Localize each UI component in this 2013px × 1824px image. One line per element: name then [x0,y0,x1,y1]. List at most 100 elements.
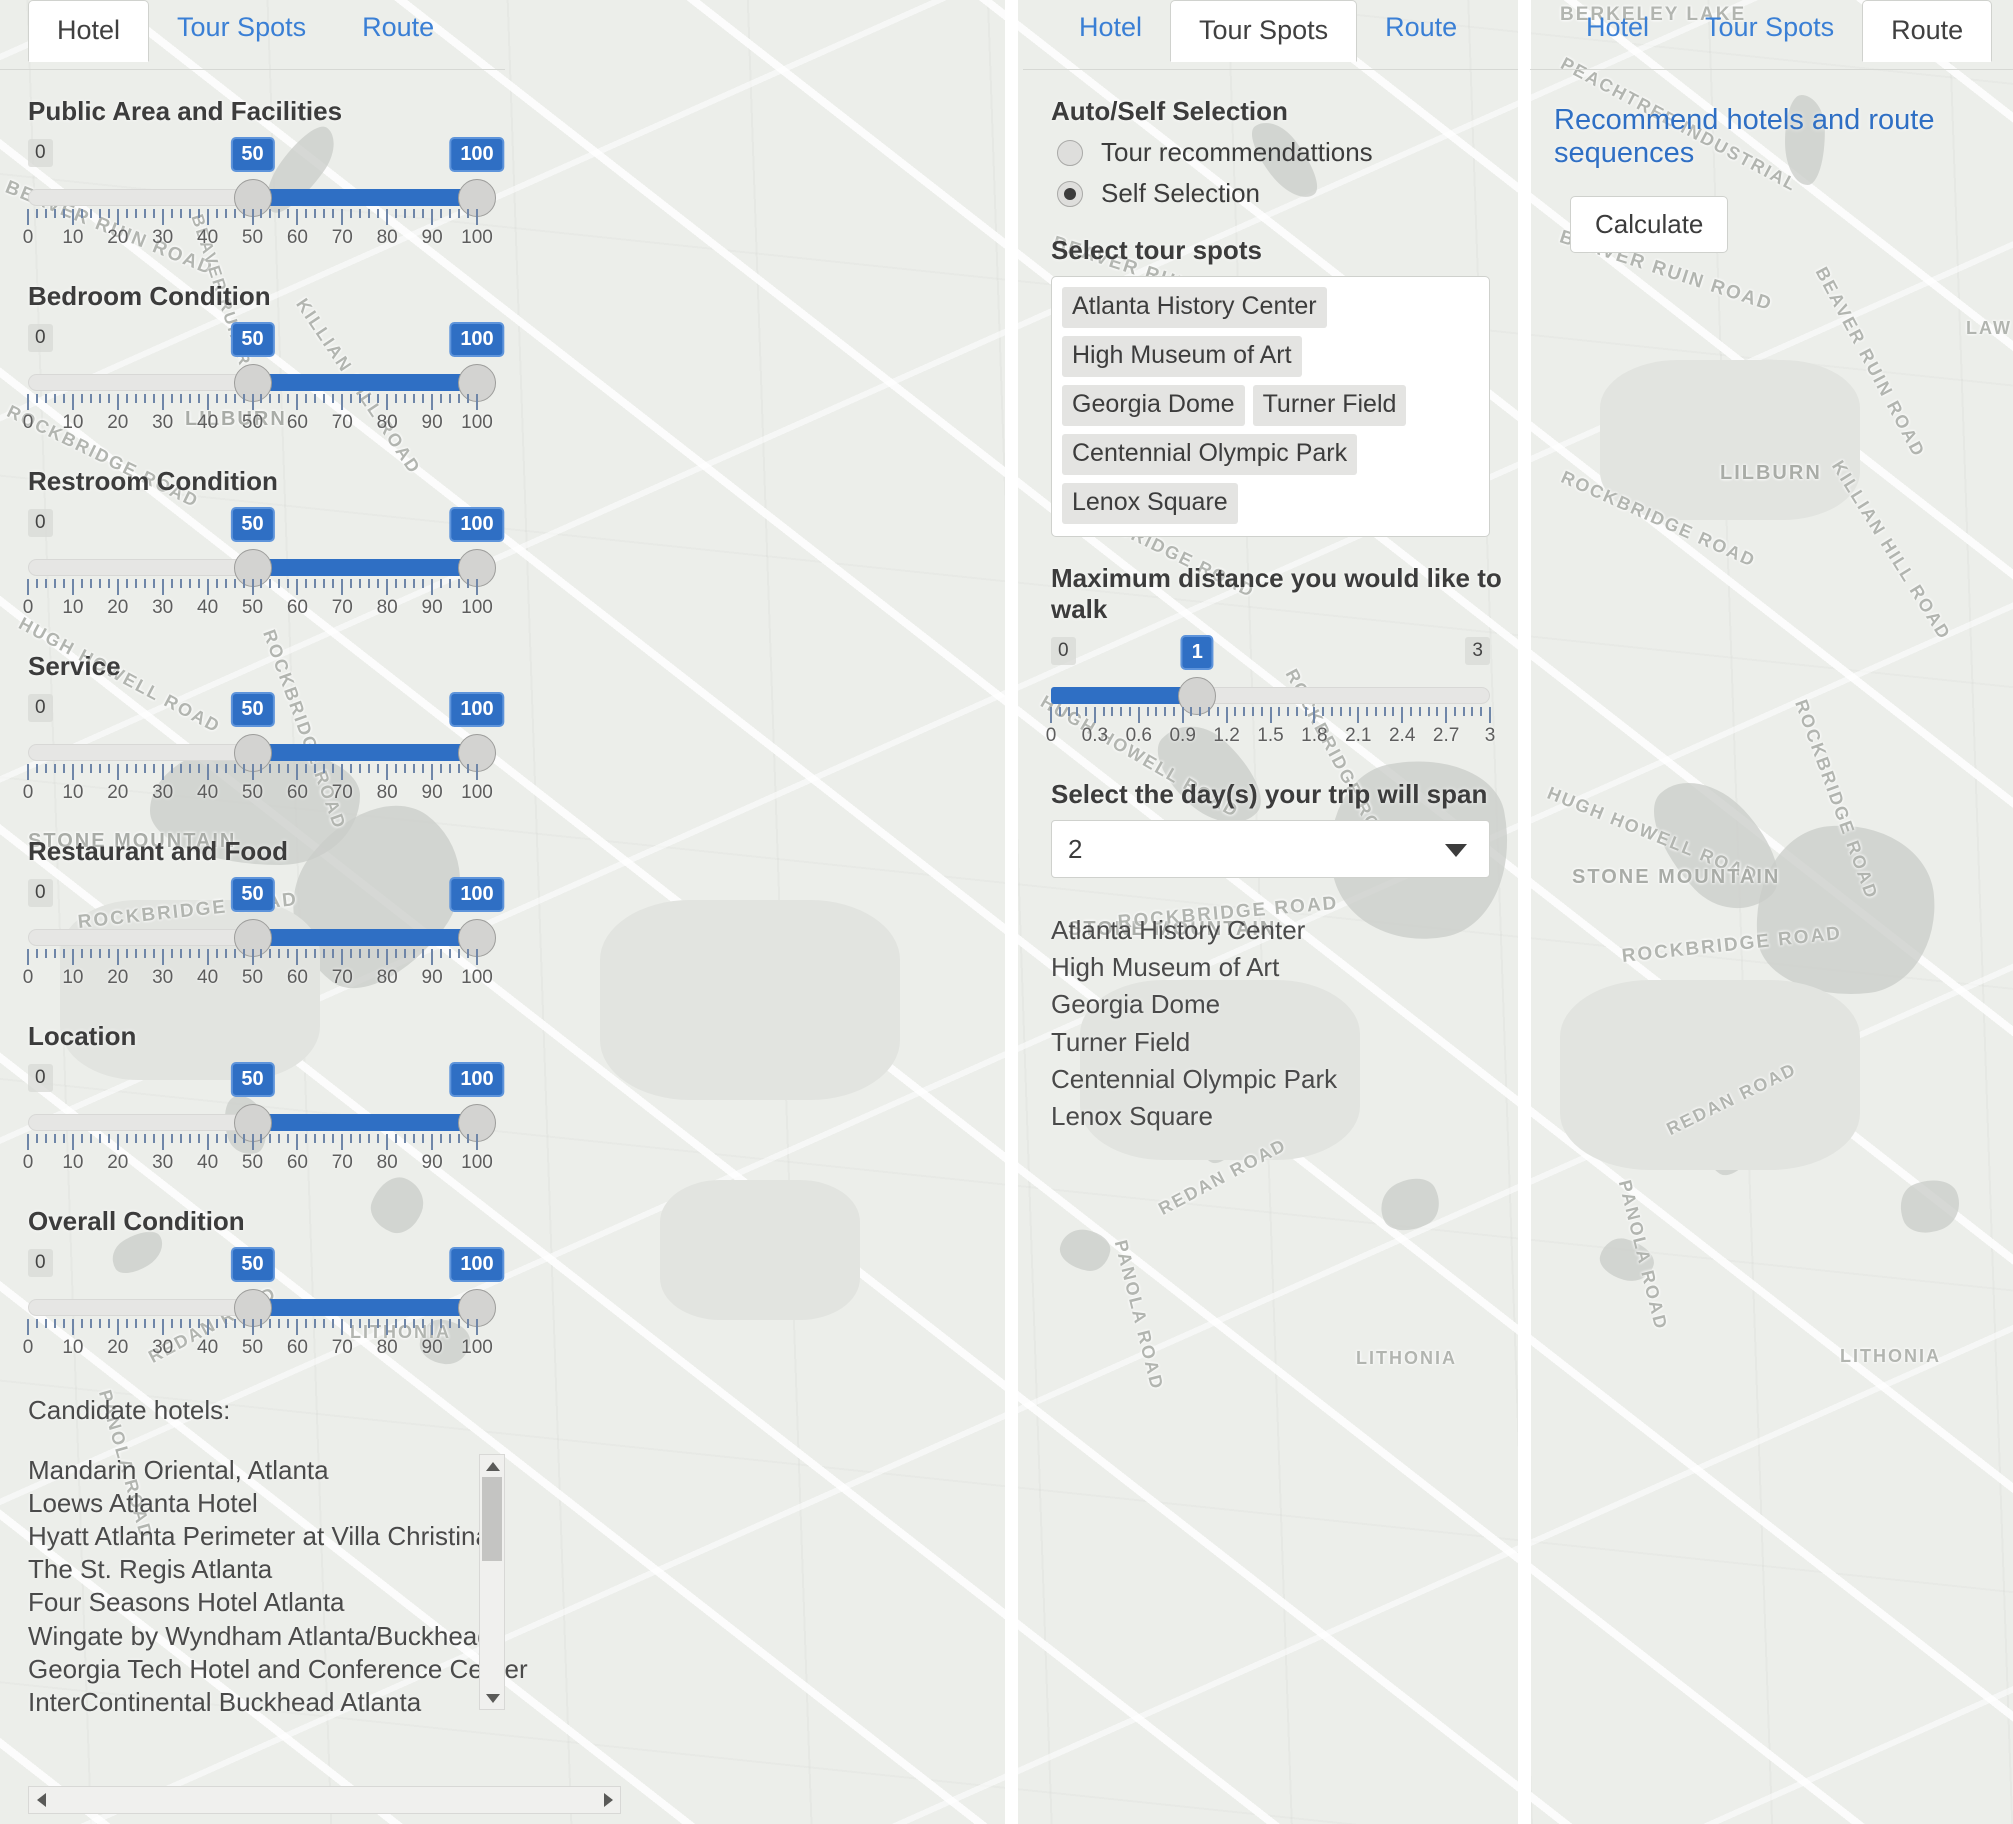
hotel-panel: Hotel Tour Spots Route Public Area and F… [0,0,1005,1824]
slider-tick-label: 20 [107,967,129,988]
scrollbar-thumb[interactable] [482,1477,502,1561]
tour-spots-chip-box[interactable]: Atlanta History Center High Museum of Art… [1051,276,1490,537]
scroll-down-arrow-icon[interactable] [480,1687,506,1709]
tab-route[interactable]: Route [334,0,462,57]
slider-tick-label: 20 [107,782,129,803]
hotel-list-vertical-scrollbar[interactable] [479,1454,505,1710]
tab-hotel[interactable]: Hotel [1558,0,1677,57]
slider-tick-label: 2.7 [1432,725,1460,746]
tour-spots-panel: Hotel Tour Spots Route Auto/Self Selecti… [1023,0,1518,1824]
slider-tick-label: 100 [461,1152,493,1173]
slider-tick-label: 90 [421,1337,443,1358]
scroll-left-arrow-icon[interactable] [29,1787,53,1813]
hotel-list-horizontal-scrollbar[interactable] [28,1786,621,1814]
slider-tick-label: 2.4 [1388,725,1416,746]
max-distance-slider[interactable]: 0 1 3 0 0.3 0.6 0.9 1.2 1.5 1.8 2.1 2.4 2.7 3 [1023,635,1518,753]
tour-spot-chip[interactable]: Atlanta History Center [1062,287,1327,328]
tour-spot-chip[interactable]: Lenox Square [1062,483,1238,524]
slider-ticks [27,209,478,227]
slider-tick-label: 100 [461,227,493,248]
slider-tick-label: 70 [331,1337,353,1358]
slider-value-bubble-low: 50 [230,507,275,542]
hotel-slider-0[interactable]: 0 50 100 0 10 20 30 40 50 60 70 80 90 100 [23,137,505,255]
slider-tick-label: 100 [461,597,493,618]
list-item[interactable]: Four Seasons Hotel Atlanta [28,1586,465,1619]
radio-button-icon[interactable] [1057,180,1083,207]
slider-tick-label: 30 [152,227,174,248]
tab-tour-spots[interactable]: Tour Spots [1170,0,1358,62]
slider-tick-label: 40 [197,227,219,248]
hotel-slider-4[interactable]: 0 50 100 0 10 20 30 40 50 60 70 80 90 100 [23,877,505,995]
slider-tick-label: 0 [1045,725,1057,746]
slider-fill [252,744,477,761]
tab-hotel[interactable]: Hotel [28,0,150,62]
trip-days-select[interactable]: 2 [1051,820,1490,878]
slider-min-label: 0 [1051,637,1076,665]
tour-spot-chip[interactable]: Georgia Dome [1062,385,1245,426]
slider-fill [1051,687,1198,704]
candidate-hotels-list[interactable]: Mandarin Oriental, Atlanta Loews Atlanta … [28,1454,528,1754]
slider-tick-label: 0 [22,412,34,433]
list-item: Centennial Olympic Park [1051,1063,1338,1094]
slider-tick-label: 50 [241,1152,264,1173]
list-item[interactable]: Hyatt Atlanta Perimeter at Villa Christi… [28,1520,490,1553]
tab-hotel[interactable]: Hotel [1051,0,1170,57]
scroll-right-arrow-icon[interactable] [596,1787,620,1813]
slider-tick-label: 90 [421,967,443,988]
slider-label-4: Restaurant and Food [28,836,289,866]
hotel-slider-1[interactable]: 0 50 100 0 10 20 30 40 50 60 70 80 90 100 [23,322,505,440]
slider-tick-label: 90 [421,227,443,248]
scroll-up-arrow-icon[interactable] [480,1455,506,1477]
calculate-button[interactable]: Calculate [1570,196,1729,253]
slider-min-label: 0 [28,1064,53,1092]
hotel-criteria-sliders: Public Area and Facilities 0 50 100 0 10 20 30 4… [0,96,505,1365]
slider-tick-label: 0 [22,1337,34,1358]
list-item[interactable]: Loews Atlanta Hotel [28,1487,465,1520]
hotel-slider-2[interactable]: 0 50 100 0 10 20 30 40 50 60 70 80 90 100 [23,507,505,625]
radio-option-0[interactable]: Tour recommendattions [1057,137,1518,168]
slider-tick-label: 80 [376,967,398,988]
slider-value-bubble-low: 50 [230,137,275,172]
list-item[interactable]: Georgia Tech Hotel and Conference Center [28,1653,528,1686]
select-tour-spots-label: Select tour spots [1051,235,1262,265]
list-item[interactable]: The St. Regis Atlanta [28,1553,465,1586]
tab-tour-spots[interactable]: Tour Spots [1677,0,1862,57]
list-item[interactable]: Wingate by Wyndham Atlanta/Buckhead [28,1620,492,1653]
list-item[interactable]: Mandarin Oriental, Atlanta [28,1454,465,1487]
slider-tick-label: 1.8 [1301,725,1328,746]
tour-spot-chip[interactable]: Turner Field [1252,385,1407,426]
slider-ticks [27,579,478,597]
slider-tick-label: 80 [376,1152,398,1173]
slider-tick-labels: 0 10 20 30 40 50 60 70 80 90 100 [23,1337,493,1363]
slider-tick-label: 40 [197,967,219,988]
slider-tick-label: 20 [107,227,129,248]
slider-value-bubble-high: 100 [449,322,505,357]
tab-route[interactable]: Route [1862,0,1993,62]
list-item: Lenox Square [1051,1100,1213,1131]
slider-tick-label: 70 [331,1152,353,1173]
slider-tick-labels: 0 10 20 30 40 50 60 70 80 90 100 [23,227,493,253]
distance-range-slider[interactable]: 0 1 3 0 0.3 0.6 0.9 1.2 1.5 1.8 2.1 2.4 2.7 3 [1046,635,1495,753]
hotel-slider-6[interactable]: 0 50 100 0 10 20 30 40 50 60 70 80 90 100 [23,1247,505,1365]
radio-button-icon[interactable] [1057,139,1083,166]
tour-spot-chip[interactable]: Centennial Olympic Park [1062,434,1358,475]
tab-tour-spots[interactable]: Tour Spots [149,0,334,57]
radio-option-1[interactable]: Self Selection [1057,178,1518,209]
tab-route[interactable]: Route [1357,0,1485,57]
slider-value-bubble-high: 100 [449,137,505,172]
hotel-slider-3[interactable]: 0 50 100 0 10 20 30 40 50 60 70 80 90 100 [23,692,505,810]
slider-fill [252,1299,477,1316]
panel-divider-1 [1005,0,1018,1824]
slider-label-2: Restroom Condition [28,466,278,496]
list-item[interactable]: InterContinental Buckhead Atlanta [28,1686,465,1719]
slider-tick-label: 30 [152,967,174,988]
slider-min-label: 0 [28,324,53,352]
slider-fill [252,374,477,391]
tour-spot-chip[interactable]: High Museum of Art [1062,336,1302,377]
slider-fill [252,189,477,206]
slider-min-label: 0 [28,1249,53,1277]
slider-tick-label: 10 [62,597,84,618]
slider-tick-label: 90 [421,1152,443,1173]
slider-ticks [27,949,478,967]
hotel-slider-5[interactable]: 0 50 100 0 10 20 30 40 50 60 70 80 90 100 [23,1062,505,1180]
